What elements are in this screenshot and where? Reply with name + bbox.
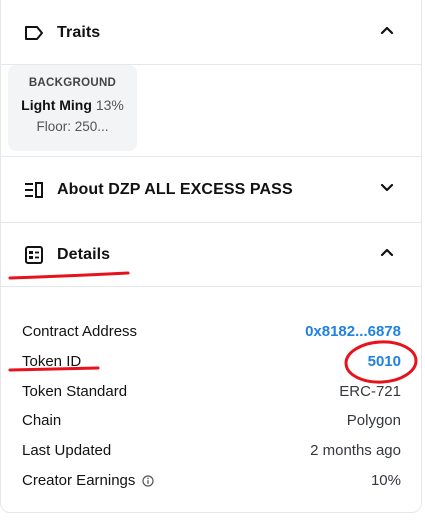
traits-title: Traits [57,23,101,41]
trait-value: Light Ming [21,97,92,113]
details-title: Details [57,245,111,263]
detail-row-token-id: Token ID 5010 [22,350,401,372]
detail-value: 10% [370,471,401,489]
details-icon [23,244,45,266]
details-section-header[interactable]: Details [1,223,421,287]
info-icon[interactable] [142,474,154,487]
item-details-panel: Traits BACKGROUND Light Ming 13% Floor: … [0,0,422,513]
detail-label: Last Updated [22,441,112,459]
token-id-link[interactable]: 5010 [368,353,401,370]
detail-label-wrap: Creator Earnings [22,472,154,489]
contract-address-link[interactable]: 0x8182...6878 [305,323,401,340]
detail-label: Chain [22,411,62,429]
detail-row-last-updated: Last Updated 2 months ago [22,439,401,461]
detail-row-creator-earnings: Creator Earnings 10% [22,469,401,491]
detail-row-contract-address: Contract Address 0x8182...6878 [22,320,401,342]
trait-value-line: Light Ming 13% [8,97,137,113]
about-section-header[interactable]: About DZP ALL EXCESS PASS [1,157,421,223]
detail-label: Token ID [22,352,82,370]
detail-label: Creator Earnings [22,471,136,489]
trait-percent: 13% [95,97,124,113]
detail-label: Token Standard [22,382,128,400]
about-title: About DZP ALL EXCESS PASS [57,180,293,198]
traits-body: BACKGROUND Light Ming 13% Floor: 250... [1,65,421,157]
detail-label: Contract Address [22,322,138,340]
detail-value: ERC-721 [339,382,401,400]
trait-floor: Floor: 250... [36,119,109,134]
trait-card[interactable]: BACKGROUND Light Ming 13% Floor: 250... [8,65,137,151]
chevron-up-icon[interactable] [379,23,395,39]
detail-value: 2 months ago [310,441,401,459]
tag-icon [23,22,45,44]
detail-row-token-standard: Token Standard ERC-721 [22,380,401,402]
chevron-up-icon[interactable] [379,245,395,261]
list-icon [23,179,45,201]
trait-type: BACKGROUND [28,77,117,89]
traits-section-header[interactable]: Traits [1,1,421,65]
detail-value: Polygon [346,411,401,429]
detail-row-chain: Chain Polygon [22,409,401,431]
chevron-down-icon[interactable] [379,179,395,195]
